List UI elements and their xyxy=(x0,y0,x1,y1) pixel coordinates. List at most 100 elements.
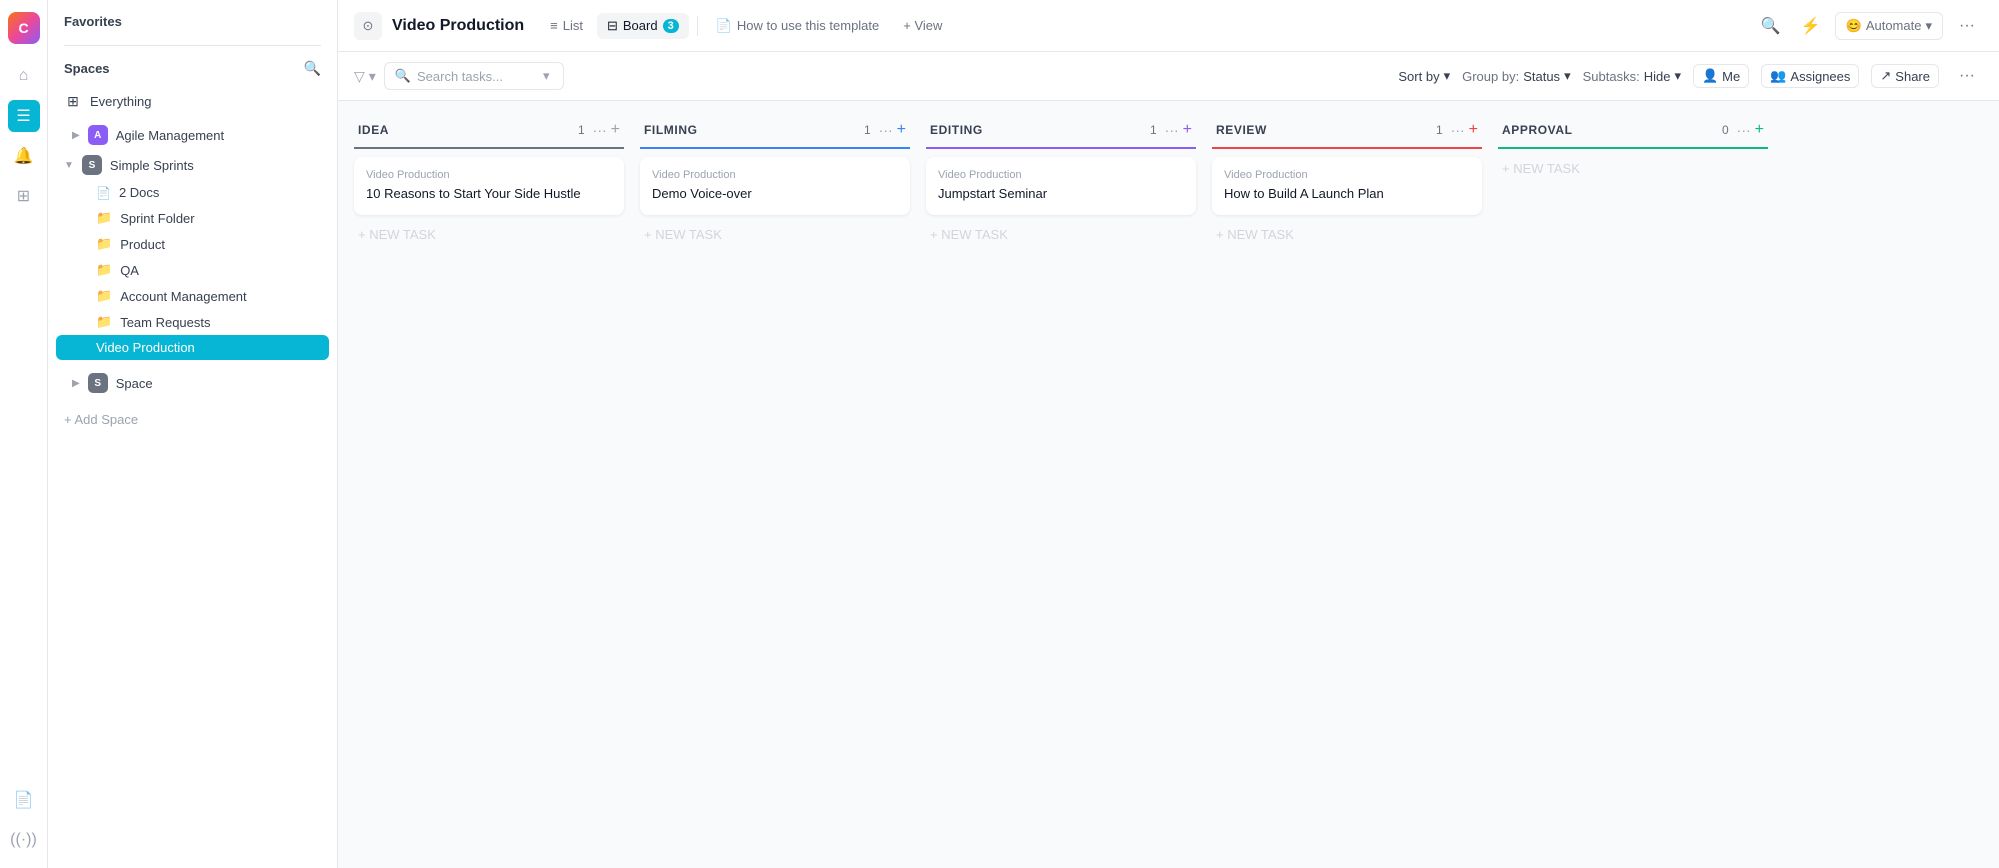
search-input-icon: 🔍 xyxy=(395,68,411,84)
nav-home-icon[interactable]: ⌂ xyxy=(8,60,40,92)
group-by-button[interactable]: Group by: Status ▾ xyxy=(1462,68,1570,84)
col-count-review: 1 xyxy=(1436,123,1443,137)
col-count-approval: 0 xyxy=(1722,123,1729,137)
new-task-review[interactable]: + NEW TASK xyxy=(1212,223,1482,246)
sidebar-item-qa[interactable]: 📁 QA xyxy=(56,257,329,283)
sidebar-item-simple-sprints[interactable]: ▼ S Simple Sprints xyxy=(56,150,329,180)
card-filming-0[interactable]: Video Production Demo Voice-over xyxy=(640,157,910,215)
sidebar-item-video-production[interactable]: Video Production xyxy=(56,335,329,360)
col-title-idea: IDEA xyxy=(358,123,572,137)
sidebar-item-sprint-folder[interactable]: 📁 Sprint Folder xyxy=(56,205,329,231)
col-add-idea[interactable]: + xyxy=(611,121,620,139)
more-button[interactable]: ··· xyxy=(1951,10,1983,42)
board-icon: ⊟ xyxy=(607,18,618,34)
nav-notifications-icon[interactable]: 🔔 xyxy=(8,140,40,172)
card-title-idea-0: 10 Reasons to Start Your Side Hustle xyxy=(366,185,612,203)
list-tab-label: List xyxy=(563,18,583,33)
search-container[interactable]: 🔍 ▾ xyxy=(384,62,564,90)
view-icon: ⊙ xyxy=(354,12,382,40)
col-more-approval[interactable]: ··· xyxy=(1737,122,1751,138)
tab-template[interactable]: 📄 How to use this template xyxy=(706,13,890,39)
card-review-0[interactable]: Video Production How to Build A Launch P… xyxy=(1212,157,1482,215)
video-production-label: Video Production xyxy=(96,340,195,355)
tab-board[interactable]: ⊟ Board 3 xyxy=(597,13,689,39)
nav-tasks-icon[interactable]: ☰ xyxy=(8,100,40,132)
share-icon: ↗ xyxy=(1880,68,1891,84)
column-header-editing: EDITING 1 ··· + xyxy=(926,117,1196,149)
nav-docs-icon[interactable]: 📄 xyxy=(8,784,40,816)
tab-view[interactable]: + View xyxy=(893,13,952,38)
search-button[interactable]: 🔍 xyxy=(1755,10,1787,42)
sidebar-section-everything: ⊞ Everything xyxy=(48,83,337,120)
col-add-filming[interactable]: + xyxy=(897,121,906,139)
chevron-simple-sprints-icon: ▼ xyxy=(64,160,74,171)
nav-apps-icon[interactable]: ⊞ xyxy=(8,180,40,212)
topbar: ⊙ Video Production ≡ List ⊟ Board 3 📄 Ho… xyxy=(338,0,1999,52)
qa-folder-icon: 📁 xyxy=(96,262,112,278)
col-add-approval[interactable]: + xyxy=(1755,121,1764,139)
subtasks-button[interactable]: Subtasks: Hide ▾ xyxy=(1583,68,1681,84)
assignees-button[interactable]: 👥 Assignees xyxy=(1761,64,1859,88)
sidebar-item-everything-label: Everything xyxy=(90,94,321,109)
col-more-idea[interactable]: ··· xyxy=(593,122,607,138)
col-title-filming: FILMING xyxy=(644,123,858,137)
icon-rail: C ⌂ ☰ 🔔 ⊞ 📄 ((·)) xyxy=(0,0,48,868)
col-more-review[interactable]: ··· xyxy=(1451,122,1465,138)
favorites-label: Favorites xyxy=(64,14,122,29)
col-count-filming: 1 xyxy=(864,123,871,137)
add-space-button[interactable]: + Add Space xyxy=(48,406,337,433)
col-add-review[interactable]: + xyxy=(1469,121,1478,139)
board: IDEA 1 ··· + Video Production 10 Reasons… xyxy=(338,101,1999,868)
filter-button[interactable]: ▽ ▾ xyxy=(354,68,376,85)
spaces-header: Spaces 🔍 xyxy=(48,54,337,83)
sidebar-item-account-management[interactable]: 📁 Account Management xyxy=(56,283,329,309)
automate-chevron-icon: ▾ xyxy=(1925,18,1932,34)
toolbar-right: Sort by ▾ Group by: Status ▾ Subtasks: H… xyxy=(1398,60,1983,92)
docs-label: 2 Docs xyxy=(119,185,159,200)
col-count-editing: 1 xyxy=(1150,123,1157,137)
app-logo[interactable]: C xyxy=(8,12,40,44)
sidebar-item-team-requests[interactable]: 📁 Team Requests xyxy=(56,309,329,335)
account-management-label: Account Management xyxy=(120,289,246,304)
group-by-label: Group by: xyxy=(1462,69,1519,84)
col-more-filming[interactable]: ··· xyxy=(879,122,893,138)
team-requests-label: Team Requests xyxy=(120,315,210,330)
team-requests-icon: 📁 xyxy=(96,314,112,330)
sidebar-item-everything[interactable]: ⊞ Everything xyxy=(56,87,329,116)
column-editing: EDITING 1 ··· + Video Production Jumpsta… xyxy=(926,117,1196,246)
sidebar-item-space[interactable]: ▶ S Space xyxy=(56,368,329,398)
tab-list[interactable]: ≡ List xyxy=(540,13,593,38)
agile-badge: A xyxy=(88,125,108,145)
qa-label: QA xyxy=(120,263,139,278)
doc-icon: 📄 xyxy=(96,186,111,200)
sidebar-item-docs[interactable]: 📄 2 Docs xyxy=(56,180,329,205)
col-add-editing[interactable]: + xyxy=(1183,121,1192,139)
space-badge: S xyxy=(88,373,108,393)
sidebar-item-product[interactable]: 📁 Product xyxy=(56,231,329,257)
card-editing-0[interactable]: Video Production Jumpstart Seminar xyxy=(926,157,1196,215)
nav-pulse-icon[interactable]: ((·)) xyxy=(8,824,40,856)
main-content: ⊙ Video Production ≡ List ⊟ Board 3 📄 Ho… xyxy=(338,0,1999,868)
sidebar-item-agile[interactable]: ▶ A Agile Management xyxy=(56,120,329,150)
search-input[interactable] xyxy=(417,69,537,84)
lightning-button[interactable]: ⚡ xyxy=(1795,10,1827,42)
me-button[interactable]: 👤 Me xyxy=(1693,64,1749,88)
column-filming: FILMING 1 ··· + Video Production Demo Vo… xyxy=(640,117,910,246)
share-button[interactable]: ↗ Share xyxy=(1871,64,1939,88)
new-task-filming[interactable]: + NEW TASK xyxy=(640,223,910,246)
new-task-approval[interactable]: + NEW TASK xyxy=(1498,157,1768,180)
sidebar-divider-1 xyxy=(64,45,321,46)
automate-icon: 😊 xyxy=(1846,18,1862,34)
automate-button[interactable]: 😊 Automate ▾ xyxy=(1835,12,1943,40)
new-task-editing[interactable]: + NEW TASK xyxy=(926,223,1196,246)
chevron-space-icon: ▶ xyxy=(72,378,80,389)
me-label: Me xyxy=(1722,69,1740,84)
new-task-idea[interactable]: + NEW TASK xyxy=(354,223,624,246)
space-label: Space xyxy=(116,376,153,391)
sort-by-button[interactable]: Sort by ▾ xyxy=(1398,68,1450,84)
sidebar-search-icon[interactable]: 🔍 xyxy=(304,60,321,77)
card-idea-0[interactable]: Video Production 10 Reasons to Start You… xyxy=(354,157,624,215)
col-more-editing[interactable]: ··· xyxy=(1165,122,1179,138)
more-options-button[interactable]: ··· xyxy=(1951,60,1983,92)
product-label: Product xyxy=(120,237,165,252)
